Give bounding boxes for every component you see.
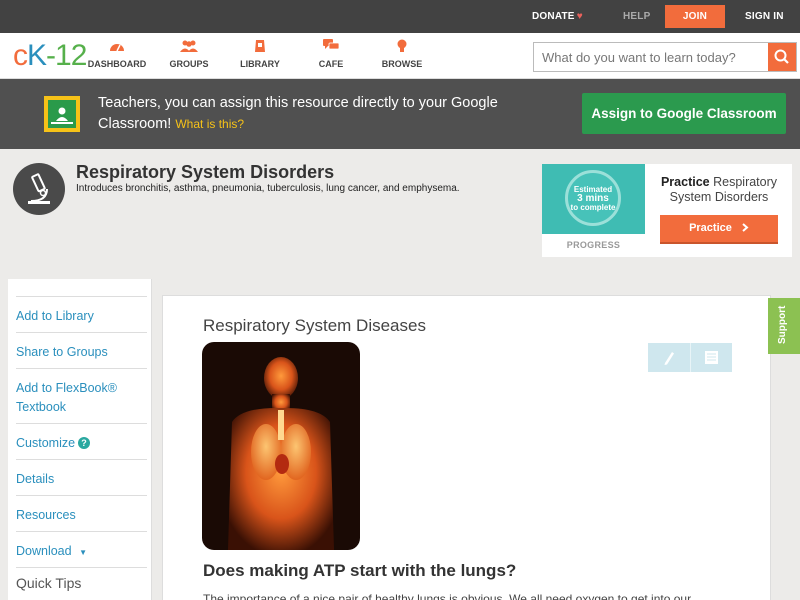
practice-card: Estimated 3 mins to complete PROGRESS Pr… <box>542 164 792 257</box>
donate-label: DONATE <box>532 11 575 22</box>
help-link[interactable]: HELP <box>623 0 650 33</box>
heart-icon: ♥ <box>576 11 583 22</box>
google-classroom-icon <box>44 96 80 132</box>
practice-title-bold: Practice <box>660 175 710 189</box>
practice-title: Practice Respiratory System Disorders <box>652 175 786 205</box>
page-subtitle: Introduces bronchitis, asthma, pneumonia… <box>76 183 460 194</box>
progress-label: PROGRESS <box>566 240 621 250</box>
customize-label: Customize <box>16 436 76 450</box>
logo-c: c <box>13 39 28 72</box>
download-label: Download <box>16 544 72 558</box>
resource-sidebar: Add to Library Share to Groups Add to Fl… <box>8 279 151 600</box>
lesson-content: Respiratory System Diseases Does making … <box>162 295 771 600</box>
search-box <box>533 42 797 72</box>
donate-link[interactable]: DONATE ♥ <box>532 0 583 33</box>
dashboard-icon <box>82 39 152 57</box>
customize-link[interactable]: Customize? <box>16 423 147 453</box>
support-label: Support <box>777 305 788 344</box>
add-to-flexbook-link[interactable]: Add to FlexBook® Textbook <box>16 368 147 417</box>
nav-groups-label: GROUPS <box>169 59 209 69</box>
nav-library-label: LIBRARY <box>240 59 280 69</box>
search-input[interactable] <box>534 43 768 71</box>
nav-browse[interactable]: BROWSE <box>367 39 437 69</box>
assign-google-classroom-button[interactable]: Assign to Google Classroom <box>582 93 786 134</box>
help-question-icon[interactable]: ? <box>78 437 91 449</box>
search-button[interactable] <box>768 43 796 71</box>
main-content-area: Respiratory System Diseases Does making … <box>151 279 780 600</box>
estimated-minutes: 3 mins <box>577 193 609 204</box>
support-tab[interactable]: Support <box>768 298 800 354</box>
cafe-icon <box>296 39 366 57</box>
browse-icon <box>367 39 437 57</box>
caret-down-icon: ▼ <box>79 548 87 557</box>
nav-dashboard-label: DASHBOARD <box>87 59 147 69</box>
details-link[interactable]: Details <box>16 459 147 489</box>
search-icon <box>774 49 789 64</box>
groups-icon <box>154 39 224 57</box>
classroom-message-text: Teachers, you can assign this resource d… <box>98 95 498 132</box>
lesson-heading: Respiratory System Diseases <box>203 316 426 335</box>
notes-icon <box>705 351 718 364</box>
top-utility-bar: DONATE ♥ HELP JOIN SIGN IN <box>0 0 800 33</box>
microscope-icon <box>28 173 50 204</box>
nav-cafe[interactable]: CAFE <box>296 39 366 69</box>
nav-browse-label: BROWSE <box>381 59 423 69</box>
logo-dash: - <box>46 39 56 72</box>
lesson-question: Does making ATP start with the lungs? <box>203 561 517 580</box>
estimated-complete-label: to complete <box>570 203 616 212</box>
nav-library[interactable]: LIBRARY <box>225 39 295 69</box>
respiratory-system-image <box>202 342 360 550</box>
library-icon <box>225 39 295 57</box>
chevron-right-icon <box>742 223 749 232</box>
practice-thumbnail: Estimated 3 mins to complete <box>542 164 645 234</box>
add-to-library-link[interactable]: Add to Library <box>16 296 147 326</box>
estimated-time-badge: Estimated 3 mins to complete <box>565 170 621 226</box>
microscope-avatar <box>13 163 65 215</box>
classroom-message: Teachers, you can assign this resource d… <box>98 93 538 135</box>
google-classroom-banner: Teachers, you can assign this resource d… <box>0 79 800 149</box>
annotate-button[interactable] <box>648 343 690 372</box>
nav-cafe-label: CAFE <box>318 59 344 69</box>
practice-button[interactable]: Practice <box>660 215 778 244</box>
lesson-tools <box>648 343 732 372</box>
join-button[interactable]: JOIN <box>665 5 725 28</box>
share-to-groups-link[interactable]: Share to Groups <box>16 332 147 362</box>
resources-link[interactable]: Resources <box>16 495 147 525</box>
download-link[interactable]: Download ▼ <box>16 531 147 562</box>
nav-groups[interactable]: GROUPS <box>154 39 224 69</box>
nav-dashboard[interactable]: DASHBOARD <box>82 39 152 69</box>
quick-tips-heading: Quick Tips <box>16 575 82 591</box>
logo-k: K <box>27 39 47 72</box>
human-lungs-illustration <box>228 357 334 550</box>
lesson-paragraph: The importance of a nice pair of healthy… <box>203 592 692 600</box>
ck12-logo[interactable]: cK-12 <box>13 39 87 73</box>
main-nav-bar: cK-12 DASHBOARD GROUPS LIBRARY CAFE BROW… <box>0 33 800 79</box>
what-is-this-link[interactable]: What is this? <box>175 117 244 131</box>
pencil-icon <box>664 352 674 365</box>
notes-button[interactable] <box>691 343 732 372</box>
sidebar-divider <box>16 567 147 568</box>
sign-in-link[interactable]: SIGN IN <box>745 0 784 33</box>
page-title: Respiratory System Disorders <box>76 162 335 182</box>
practice-button-label: Practice <box>689 222 732 234</box>
